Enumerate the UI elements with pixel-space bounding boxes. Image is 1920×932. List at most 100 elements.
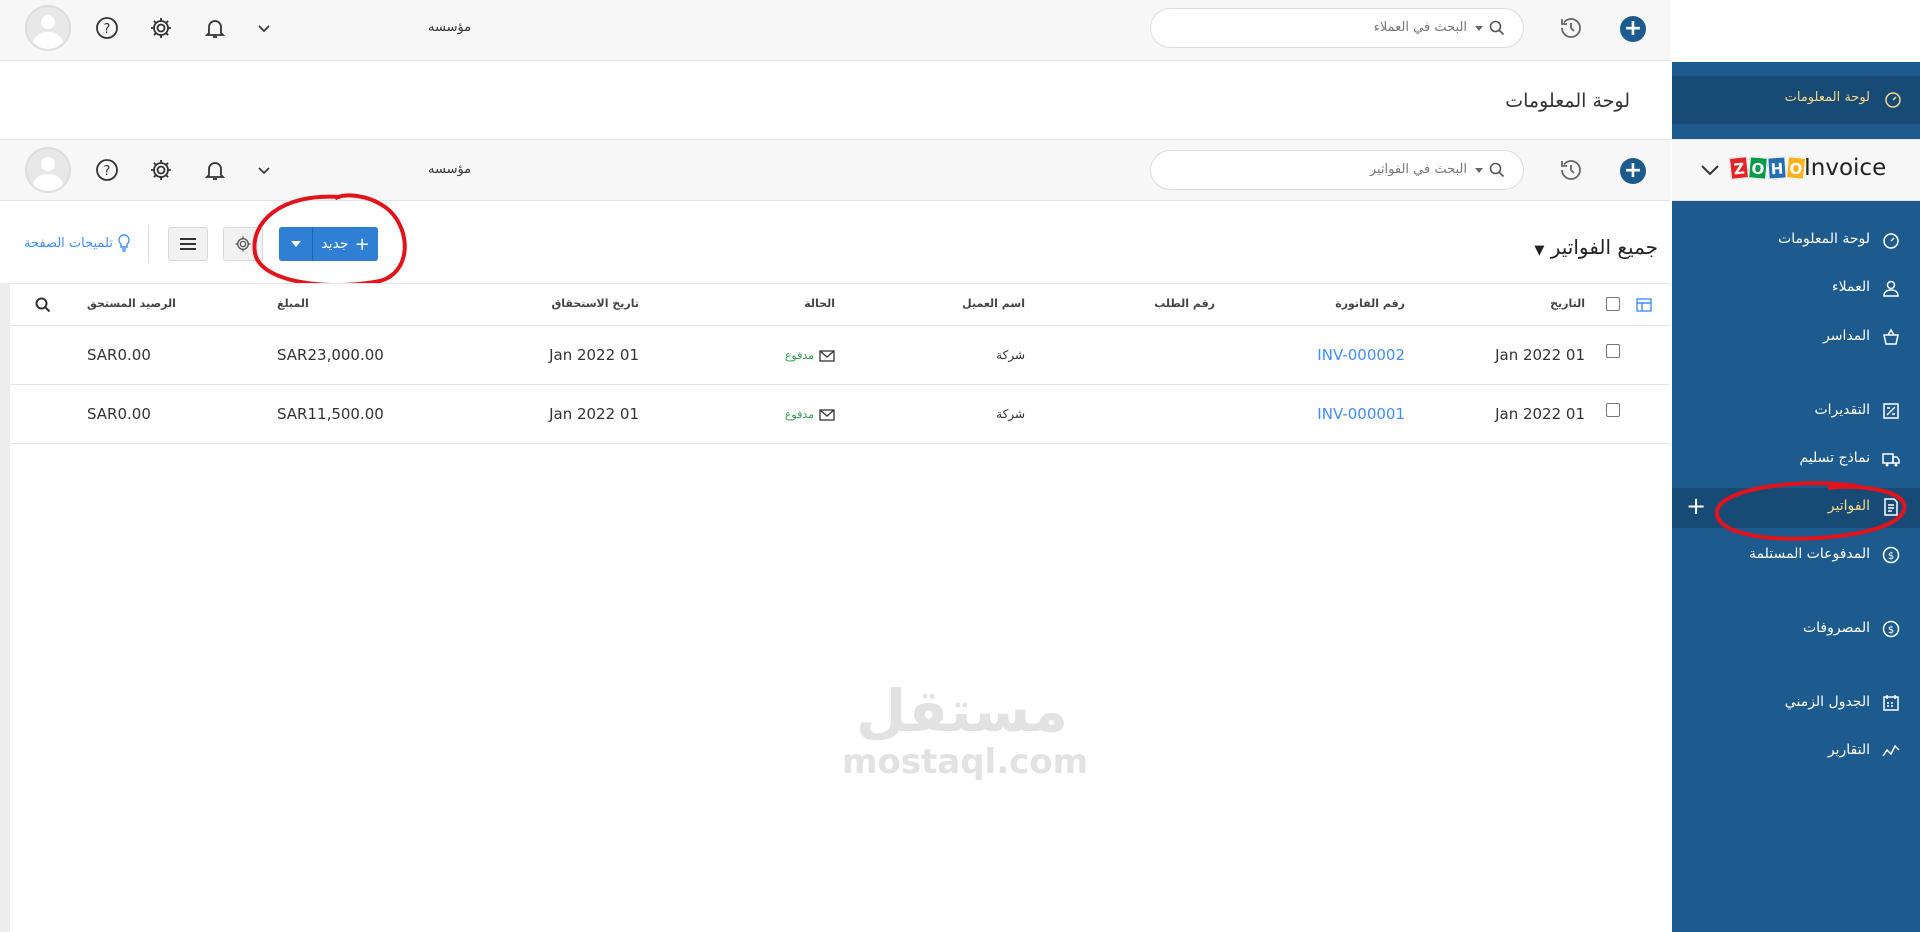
brand-header[interactable]: Z O H O Invoice (1672, 139, 1920, 201)
envelope-icon (819, 349, 835, 362)
avatar[interactable] (25, 147, 71, 193)
new-button-main[interactable]: جديد + (313, 227, 378, 261)
sidebar-item-label: التقارير (1827, 742, 1870, 758)
sidebar-item-customers[interactable]: العملاء (1672, 269, 1920, 309)
new-button-label: جديد (321, 236, 349, 252)
chevron-down-icon[interactable] (250, 14, 278, 42)
org-name[interactable]: مؤسسه (428, 20, 471, 35)
search-icon (1489, 162, 1505, 182)
sidebar-item-dashboard[interactable]: لوحة المعلومات (1672, 221, 1920, 261)
table-row[interactable]: SAR0.00 SAR23,000.00 Jan 2022 01 مدفوع ش… (10, 326, 1670, 385)
sidebar-top-item[interactable]: لوحة المعلومات (1672, 76, 1920, 124)
envelope-icon (819, 408, 835, 421)
sidebar-item-reports[interactable]: التقارير (1672, 732, 1920, 772)
hamburger-icon (180, 238, 196, 250)
invoice-number-link[interactable]: INV-000001 (1317, 405, 1405, 423)
search-placeholder: البحث في العملاء (1373, 20, 1467, 35)
column-header-invoice-number[interactable]: رقم الفاتورة (1335, 297, 1405, 310)
cell-status: مدفوع (785, 408, 835, 421)
column-header-date[interactable]: التاريخ (1550, 297, 1585, 310)
truck-icon (1882, 450, 1902, 470)
org-name[interactable]: مؤسسه (428, 162, 471, 177)
help-icon[interactable]: ? (93, 156, 121, 184)
cell-balance: SAR0.00 (87, 405, 151, 423)
sidebar-item-label: لوحة المعلومات (1778, 231, 1870, 247)
status-badge: مدفوع (784, 408, 814, 421)
history-icon[interactable] (1557, 156, 1585, 184)
lightbulb-icon (118, 234, 130, 252)
search-scope-dropdown[interactable] (1475, 168, 1483, 173)
svg-text:$: $ (1888, 551, 1894, 562)
new-dropdown-toggle[interactable] (279, 227, 313, 261)
add-invoice-icon[interactable]: + (1686, 492, 1706, 520)
more-options-button[interactable] (168, 227, 208, 261)
sidebar-item-label: التقديرات (1814, 402, 1870, 418)
sidebar-item-invoices[interactable]: + الفواتير (1672, 488, 1920, 528)
sidebar-item-items[interactable]: المداسر (1672, 318, 1920, 358)
bell-icon[interactable] (201, 14, 229, 42)
logo-letter: O (1748, 156, 1768, 180)
dashboard-icon (1884, 90, 1902, 112)
plus-icon: + (354, 233, 370, 255)
cell-amount: SAR23,000.00 (277, 346, 384, 364)
invoice-search-input[interactable]: البحث في الفواتير (1150, 150, 1524, 190)
cell-balance: SAR0.00 (87, 346, 151, 364)
table-row[interactable]: SAR0.00 SAR11,500.00 Jan 2022 01 مدفوع ش… (10, 385, 1670, 444)
column-header-amount[interactable]: المبلغ (277, 297, 309, 310)
calendar-icon (1882, 694, 1902, 714)
row-checkbox[interactable] (1606, 403, 1620, 417)
avatar[interactable] (25, 5, 71, 51)
table-columns-icon[interactable] (1636, 297, 1652, 316)
search-icon[interactable] (35, 297, 51, 317)
expense-icon: $ (1882, 620, 1902, 640)
sidebar-item-timesheet[interactable]: الجدول الزمني (1672, 684, 1920, 724)
sidebar-item-payments-received[interactable]: المدفوعات المستلمة $ (1672, 536, 1920, 576)
column-header-customer[interactable]: اسم العميل (962, 297, 1025, 310)
column-header-due-date[interactable]: تاريخ الاستحقاق (551, 297, 639, 310)
watermark-arabic: مستقل (855, 677, 1069, 745)
search-icon (1489, 20, 1505, 40)
sidebar-item-estimates[interactable]: التقديرات (1672, 392, 1920, 432)
sidebar-item-delivery-challans[interactable]: نماذج تسليم (1672, 440, 1920, 480)
bell-icon[interactable] (201, 156, 229, 184)
settings-button[interactable] (223, 227, 263, 261)
cell-date: Jan 2022 01 (1495, 346, 1585, 364)
search-input[interactable]: البحث في العملاء (1150, 8, 1524, 48)
history-icon[interactable] (1557, 14, 1585, 42)
cell-status: مدفوع (785, 349, 835, 362)
help-icon[interactable]: ? (93, 14, 121, 42)
app-root: ? مؤسسه البحث في العملاء + لوحة المعلوما… (0, 0, 1920, 932)
sidebar-item-label: المدفوعات المستلمة (1749, 546, 1870, 562)
top-header: ? مؤسسه البحث في العملاء + (0, 0, 1670, 61)
gear-icon[interactable] (147, 156, 175, 184)
status-badge: مدفوع (784, 349, 814, 362)
chevron-down-icon[interactable] (1700, 162, 1720, 181)
dashboard-band (0, 62, 1670, 139)
select-all-checkbox[interactable] (1606, 297, 1620, 311)
cell-customer: شركة (996, 348, 1025, 362)
sidebar-item-expenses[interactable]: المصروفات $ (1672, 610, 1920, 650)
column-header-order-number[interactable]: رقم الطلب (1154, 297, 1215, 310)
list-view-selector[interactable]: ▼ جميع الفواتير (1528, 235, 1658, 259)
new-invoice-button[interactable]: جديد + (279, 227, 378, 261)
table-header: الرصيد المستحق المبلغ تاريخ الاستحقاق ال… (10, 283, 1670, 326)
quick-create-icon[interactable]: + (1620, 158, 1646, 184)
sidebar-item-label: العملاء (1832, 279, 1870, 295)
basket-icon (1882, 328, 1902, 348)
payment-icon: $ (1882, 546, 1902, 566)
column-header-status[interactable]: الحالة (804, 297, 835, 310)
gear-icon (235, 236, 251, 252)
dashboard-icon (1882, 231, 1902, 251)
invoice-number-link[interactable]: INV-000002 (1317, 346, 1405, 364)
chevron-down-icon[interactable] (250, 156, 278, 184)
quick-create-icon[interactable]: + (1620, 16, 1646, 42)
gear-icon[interactable] (147, 14, 175, 42)
search-scope-dropdown[interactable] (1475, 26, 1483, 31)
app-header: ? مؤسسه البحث في الفواتير + (0, 139, 1670, 201)
svg-text:$: $ (1888, 625, 1894, 636)
caret-down-icon: ▼ (1534, 243, 1545, 258)
column-header-balance[interactable]: الرصيد المستحق (87, 297, 176, 310)
watermark: مستقل mostaql.com (842, 677, 1088, 781)
row-checkbox[interactable] (1606, 344, 1620, 358)
page-tips-link[interactable]: تلميحات الصفحة (24, 234, 131, 252)
